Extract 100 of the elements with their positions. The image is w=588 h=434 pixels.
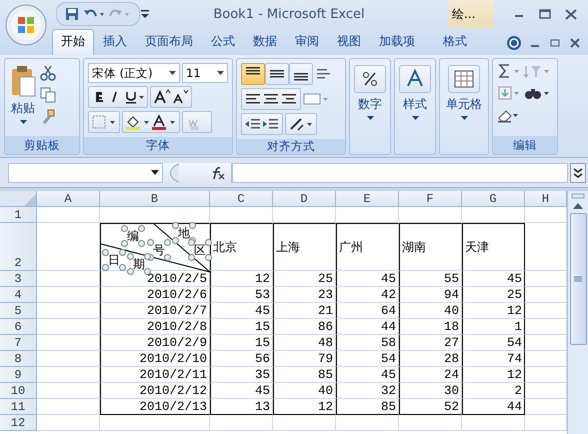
column-header[interactable]: H: [525, 191, 567, 207]
table-cell: 21: [273, 303, 336, 319]
table-cell: 48: [273, 335, 336, 351]
row-header[interactable]: 8: [0, 351, 37, 367]
table-cell: 40: [273, 383, 336, 399]
table-cell: 85: [336, 399, 399, 415]
row-header[interactable]: 11: [0, 399, 37, 415]
ribbon-tab[interactable]: 页面布局: [136, 29, 202, 55]
table-cell: 44: [462, 399, 525, 415]
vertical-align-button[interactable]: [265, 63, 289, 85]
font-size-field[interactable]: 11: [182, 63, 228, 83]
table-cell: 2010/2/11: [100, 367, 210, 383]
column-header[interactable]: E: [336, 191, 399, 207]
scrollbar-thumb[interactable]: [570, 213, 586, 345]
contextual-tab[interactable]: 绘...: [448, 0, 494, 28]
column-header[interactable]: F: [399, 191, 462, 207]
merge-cells-icon[interactable]: [303, 91, 329, 107]
function-icon[interactable]: [211, 166, 225, 180]
table-cell: 2010/2/6: [100, 287, 210, 303]
vertical-align-button[interactable]: [241, 63, 265, 85]
ribbon-tab[interactable]: 审阅: [286, 29, 328, 55]
caret-icon: [151, 170, 159, 175]
grow-font-icon[interactable]: [153, 89, 171, 105]
table-cell: 15: [210, 335, 273, 351]
ribbon-tab[interactable]: 格式: [434, 29, 476, 55]
window-title: Book1 - Microsoft Excel: [213, 6, 365, 22]
ribbon-tab[interactable]: 加载项: [370, 29, 424, 55]
column-header[interactable]: C: [210, 191, 273, 207]
table-cell: 12: [462, 303, 525, 319]
office-button[interactable]: [5, 4, 47, 46]
help-icon[interactable]: [506, 35, 522, 51]
caret-icon: [169, 71, 176, 75]
ribbon-tab[interactable]: 公式: [202, 29, 244, 55]
scissors-icon[interactable]: [40, 65, 56, 81]
sum-icon[interactable]: [497, 63, 521, 79]
grip-icon: [574, 276, 582, 282]
empty-cell: [273, 415, 336, 431]
customize-icon[interactable]: [140, 8, 150, 20]
restore-icon[interactable]: [548, 37, 562, 49]
table-header-cell: 上海: [273, 223, 336, 271]
vertical-align-button[interactable]: [289, 63, 313, 85]
row-header[interactable]: 1: [0, 207, 37, 223]
text-box[interactable]: 日: [102, 249, 126, 271]
table-cell: 45: [336, 367, 399, 383]
table-cell: 24: [399, 367, 462, 383]
close-icon[interactable]: [568, 37, 582, 49]
ribbon-tab[interactable]: 插入: [94, 29, 136, 55]
fill-color-icon[interactable]: [125, 114, 151, 130]
empty-cell: [399, 415, 462, 431]
row-header[interactable]: 10: [0, 383, 37, 399]
align-icon: [270, 70, 284, 78]
empty-cell: [336, 207, 399, 223]
group-label: 剪贴板: [24, 138, 60, 152]
shrink-font-icon[interactable]: [171, 89, 189, 105]
table-cell: 45: [462, 271, 525, 287]
row-header[interactable]: 9: [0, 367, 37, 383]
split-handle-icon[interactable]: [571, 193, 585, 199]
underline-icon[interactable]: [123, 89, 145, 105]
row-header[interactable]: 4: [0, 287, 37, 303]
text-box[interactable]: 编: [121, 225, 145, 247]
group-label: 对齐方式: [267, 139, 315, 154]
table-cell: 45: [210, 383, 273, 399]
formula-field[interactable]: [232, 162, 568, 182]
table-cell: 44: [336, 319, 399, 335]
ribbon-tab[interactable]: 数据: [244, 29, 286, 55]
caret-icon: [217, 71, 224, 75]
expand-icon[interactable]: [570, 162, 586, 182]
scroll-up-icon[interactable]: [573, 203, 583, 209]
border-icon[interactable]: [91, 114, 117, 130]
row-header[interactable]: 6: [0, 319, 37, 335]
table-cell: 12: [273, 399, 336, 415]
row-header[interactable]: 2: [0, 223, 37, 271]
table-cell: 58: [336, 335, 399, 351]
row-header[interactable]: 3: [0, 271, 37, 287]
table-header-cell: 广州: [336, 223, 399, 271]
copy-icon[interactable]: [40, 87, 56, 103]
row-header[interactable]: 5: [0, 303, 37, 319]
column-header[interactable]: G: [462, 191, 525, 207]
text-box[interactable]: 区: [188, 239, 212, 261]
brush-icon[interactable]: [40, 109, 56, 125]
text-box[interactable]: 期: [127, 253, 151, 275]
row-header[interactable]: 7: [0, 335, 37, 351]
table-cell: 12: [210, 271, 273, 287]
table-header-cell: 湖南: [399, 223, 462, 271]
column-header[interactable]: B: [100, 191, 210, 207]
align-icon: [246, 67, 260, 75]
paste-button[interactable]: 粘贴: [9, 63, 37, 132]
table-cell: 2: [462, 383, 525, 399]
table-cell: 12: [462, 367, 525, 383]
save-icon[interactable]: [65, 7, 79, 21]
orientation-icon[interactable]: [288, 116, 314, 132]
font-name-field[interactable]: 宋体 (正文): [88, 63, 180, 83]
ribbon-tab[interactable]: 开始: [52, 29, 94, 55]
row-header[interactable]: 12: [0, 415, 37, 431]
column-header[interactable]: D: [273, 191, 336, 207]
table-cell: 23: [273, 287, 336, 303]
align-icon: [294, 73, 308, 81]
column-header[interactable]: A: [37, 191, 100, 207]
ribbon-tab[interactable]: 视图: [328, 29, 370, 55]
font-color-icon[interactable]: [151, 114, 177, 130]
